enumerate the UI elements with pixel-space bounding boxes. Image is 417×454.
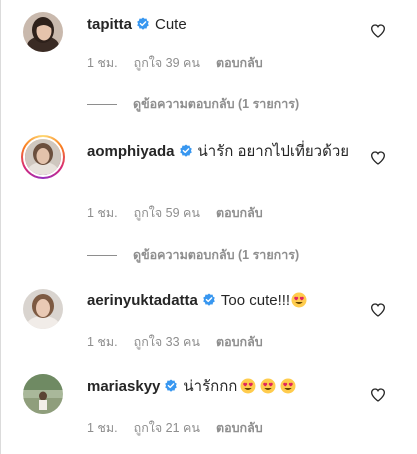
comment-meta: 1 ชม. ถูกใจ 39 คน ตอบกลับ	[87, 53, 279, 73]
verified-badge-icon	[203, 293, 215, 306]
comment-meta: 1 ชม. ถูกใจ 59 คน ตอบกลับ	[87, 203, 279, 223]
comment-meta: 1 ชม. ถูกใจ 21 คน ตอบกลับ	[87, 418, 279, 438]
verified-badge-icon	[179, 144, 192, 157]
verified-badge-icon	[137, 17, 149, 30]
comment-time[interactable]: 1 ชม.	[87, 421, 118, 435]
comment-username[interactable]: tapitta	[87, 16, 132, 33]
view-replies-label: ดูข้อความตอบกลับ (1 รายการ)	[133, 248, 300, 262]
comment-username[interactable]: aerinyuktadatta	[87, 292, 198, 309]
heart-outline-icon[interactable]	[370, 150, 386, 166]
comment-username[interactable]: mariaskyy	[87, 378, 160, 395]
reply-button[interactable]: ตอบกลับ	[216, 56, 263, 70]
divider-line	[87, 103, 117, 105]
avatar[interactable]	[23, 374, 63, 414]
comment-likes[interactable]: ถูกใจ 33 คน	[134, 335, 200, 349]
divider-line	[87, 254, 117, 256]
avatar[interactable]	[23, 289, 63, 329]
comment-username[interactable]: aomphiyada	[87, 143, 175, 160]
heart-outline-icon[interactable]	[370, 23, 386, 39]
avatar[interactable]	[23, 12, 63, 52]
avatar[interactable]	[21, 135, 65, 179]
heart-outline-icon[interactable]	[370, 387, 386, 403]
comment-time[interactable]: 1 ชม.	[87, 56, 118, 70]
verified-badge-icon	[165, 379, 178, 392]
comments-panel: tapitta Cute 1 ชม. ถูกใจ 39 คน ตอบกลับ ดูข้…	[0, 0, 417, 454]
comment-time[interactable]: 1 ชม.	[87, 206, 118, 220]
heart-eyes-emoji-icon	[291, 292, 307, 308]
comment-text-line: tapitta Cute	[87, 14, 372, 36]
heart-outline-icon[interactable]	[370, 302, 386, 318]
heart-eyes-emoji-icon	[260, 378, 276, 394]
reply-button[interactable]: ตอบกลับ	[216, 335, 263, 349]
comment-body: Too cute!!!	[220, 292, 291, 309]
view-replies-button[interactable]: ดูข้อความตอบกลับ (1 รายการ)	[87, 94, 299, 114]
comment-text-line: aomphiyada น่ารัก อยากไปเที่ยวด้วย	[87, 141, 356, 163]
reply-button[interactable]: ตอบกลับ	[216, 206, 263, 220]
comment-body: น่ารักกก	[183, 378, 238, 395]
comment-text-line: aerinyuktadatta Too cute!!!	[87, 290, 372, 312]
comment-meta: 1 ชม. ถูกใจ 33 คน ตอบกลับ	[87, 332, 279, 352]
heart-eyes-emoji-icon	[240, 378, 256, 394]
view-replies-button[interactable]: ดูข้อความตอบกลับ (1 รายการ)	[87, 245, 299, 265]
view-replies-label: ดูข้อความตอบกลับ (1 รายการ)	[133, 97, 300, 111]
comment-text-line: mariaskyy น่ารักกก	[87, 376, 372, 398]
comment-likes[interactable]: ถูกใจ 39 คน	[134, 56, 200, 70]
comment-body: Cute	[155, 16, 187, 33]
comment-time[interactable]: 1 ชม.	[87, 335, 118, 349]
comment-body: น่ารัก อยากไปเที่ยวด้วย	[197, 143, 350, 160]
heart-eyes-emoji-icon	[280, 378, 296, 394]
comment-likes[interactable]: ถูกใจ 21 คน	[134, 421, 200, 435]
reply-button[interactable]: ตอบกลับ	[216, 421, 263, 435]
comment-likes[interactable]: ถูกใจ 59 คน	[134, 206, 200, 220]
